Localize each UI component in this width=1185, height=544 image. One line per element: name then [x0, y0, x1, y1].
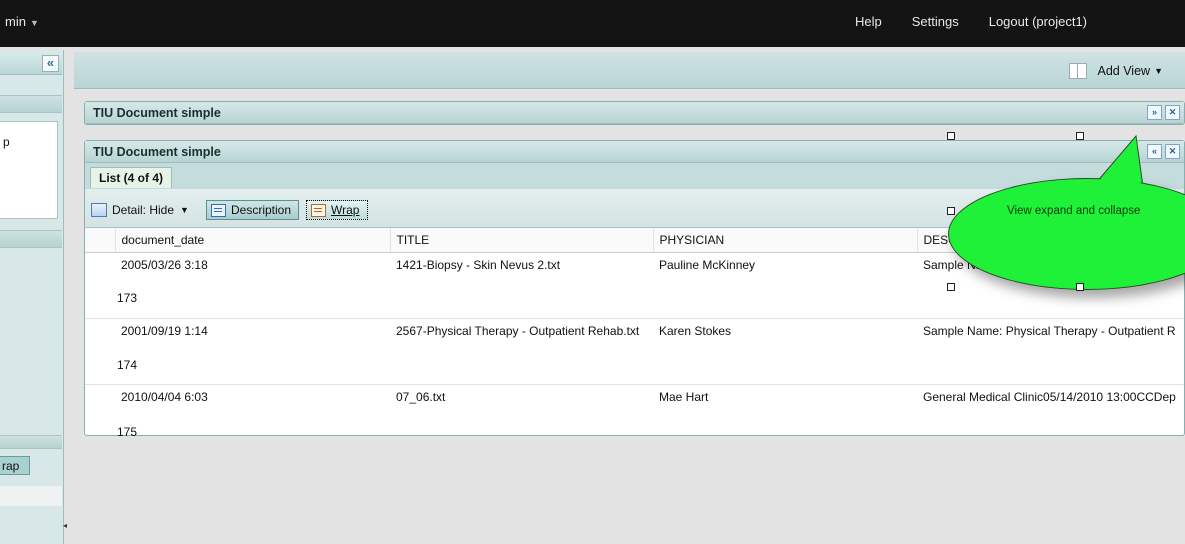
- resize-handle-bottom-left[interactable]: [947, 283, 955, 291]
- row-number: 173: [117, 291, 138, 305]
- app-menu[interactable]: min ▼: [5, 14, 39, 29]
- sidebar-section-header: [0, 95, 62, 113]
- panel-title: TIU Document simple: [93, 145, 221, 159]
- date-cell: 2010/04/04 6:03: [115, 384, 390, 451]
- expand-icon[interactable]: »: [1147, 105, 1162, 120]
- collapsed-view-panel: TIU Document simple » ✕: [84, 101, 1185, 125]
- column-header-document-date[interactable]: document_date: [115, 228, 391, 253]
- add-view-label: Add View: [1097, 64, 1151, 78]
- help-link[interactable]: Help: [855, 14, 882, 29]
- logout-link[interactable]: Logout (project1): [989, 14, 1087, 29]
- add-view-button[interactable]: Add View ▼: [1069, 63, 1163, 79]
- panel-title: TIU Document simple: [93, 106, 221, 120]
- columns-icon: [1069, 63, 1088, 79]
- table-row[interactable]: 2010/04/04 6:03 07_06.txt Mae Hart Gener…: [85, 384, 1184, 451]
- resize-handle-top-middle[interactable]: [1076, 132, 1084, 140]
- sidebar-partial-text: p: [3, 135, 10, 149]
- row-id-cell: [85, 318, 115, 385]
- chevron-down-icon: ▼: [29, 18, 39, 28]
- date-value: 2001/09/19 1:14: [121, 324, 208, 338]
- panel-header: TIU Document simple » ✕: [85, 102, 1184, 124]
- row-selector-header: [85, 228, 116, 253]
- row-id-cell: [85, 384, 115, 451]
- row-number: 175: [117, 425, 138, 439]
- callout-tail-fill: [1080, 138, 1142, 203]
- wrap-button[interactable]: Wrap: [306, 200, 368, 220]
- description-icon: [211, 203, 226, 217]
- wrap-label: Wrap: [331, 203, 360, 217]
- resize-handle-middle-left[interactable]: [947, 207, 955, 215]
- top-navigation-bar: min ▼ Help Settings Logout (project1): [0, 0, 1185, 47]
- close-icon[interactable]: ✕: [1165, 105, 1180, 120]
- settings-link[interactable]: Settings: [912, 14, 959, 29]
- sidebar-list: p: [0, 121, 58, 219]
- desc-cell: General Medical Clinic05/14/2010 13:00CC…: [917, 384, 1184, 451]
- title-cell: 2567-Physical Therapy - Outpatient Rehab…: [390, 318, 653, 385]
- sidebar-footer: [0, 486, 62, 506]
- left-sidebar: « p rap: [0, 50, 64, 544]
- column-header-title[interactable]: TITLE: [390, 228, 654, 253]
- panel-header: TIU Document simple « ✕: [85, 141, 1184, 163]
- description-button[interactable]: Description: [206, 200, 299, 220]
- tab-list[interactable]: List (4 of 4): [90, 167, 173, 188]
- date-value: 2010/04/04 6:03: [121, 390, 208, 404]
- sidebar-spacer: [0, 397, 57, 437]
- sidebar-header: «: [0, 52, 62, 75]
- row-id-cell: [85, 252, 115, 319]
- wrap-icon: [311, 203, 326, 217]
- callout-text: View expand and collapse: [1007, 205, 1141, 217]
- detail-label: Detail: Hide: [112, 203, 175, 217]
- title-cell: 1421-Biopsy - Skin Nevus 2.txt: [390, 252, 653, 319]
- sidebar-wrap-button[interactable]: rap: [0, 456, 30, 475]
- grid-icon: [91, 203, 107, 217]
- resize-handle-bottom-middle[interactable]: [1076, 283, 1084, 291]
- row-number: 174: [117, 358, 138, 372]
- top-nav-links: Help Settings Logout (project1): [855, 14, 1185, 29]
- title-cell: 07_06.txt: [390, 384, 653, 451]
- detail-dropdown[interactable]: Detail: Hide ▼: [91, 203, 189, 217]
- view-toolbar: Add View ▼: [74, 52, 1185, 89]
- resize-handle[interactable]: ◂: [63, 519, 67, 533]
- chevron-down-icon: ▼: [180, 205, 189, 215]
- date-value: 2005/03/26 3:18: [121, 258, 208, 272]
- sidebar-section-footer: [0, 435, 62, 449]
- resize-handle-top-left[interactable]: [947, 132, 955, 140]
- column-header-physician[interactable]: PHYSICIAN: [653, 228, 918, 253]
- chevron-down-icon: ▼: [1154, 66, 1163, 76]
- sidebar-section-header-2: [0, 230, 62, 248]
- table-row[interactable]: 2001/09/19 1:14 2567-Physical Therapy - …: [85, 318, 1184, 385]
- physician-cell: Mae Hart: [653, 384, 917, 451]
- double-chevron-left-icon[interactable]: «: [42, 55, 59, 72]
- physician-cell: Karen Stokes: [653, 318, 917, 385]
- app-menu-label: min: [5, 14, 26, 29]
- description-label: Description: [231, 203, 292, 217]
- desc-cell: Sample Name: Physical Therapy - Outpatie…: [917, 318, 1184, 385]
- physician-cell: Pauline McKinney: [653, 252, 917, 319]
- date-cell: 2001/09/19 1:14: [115, 318, 390, 385]
- date-cell: 2005/03/26 3:18: [115, 252, 390, 319]
